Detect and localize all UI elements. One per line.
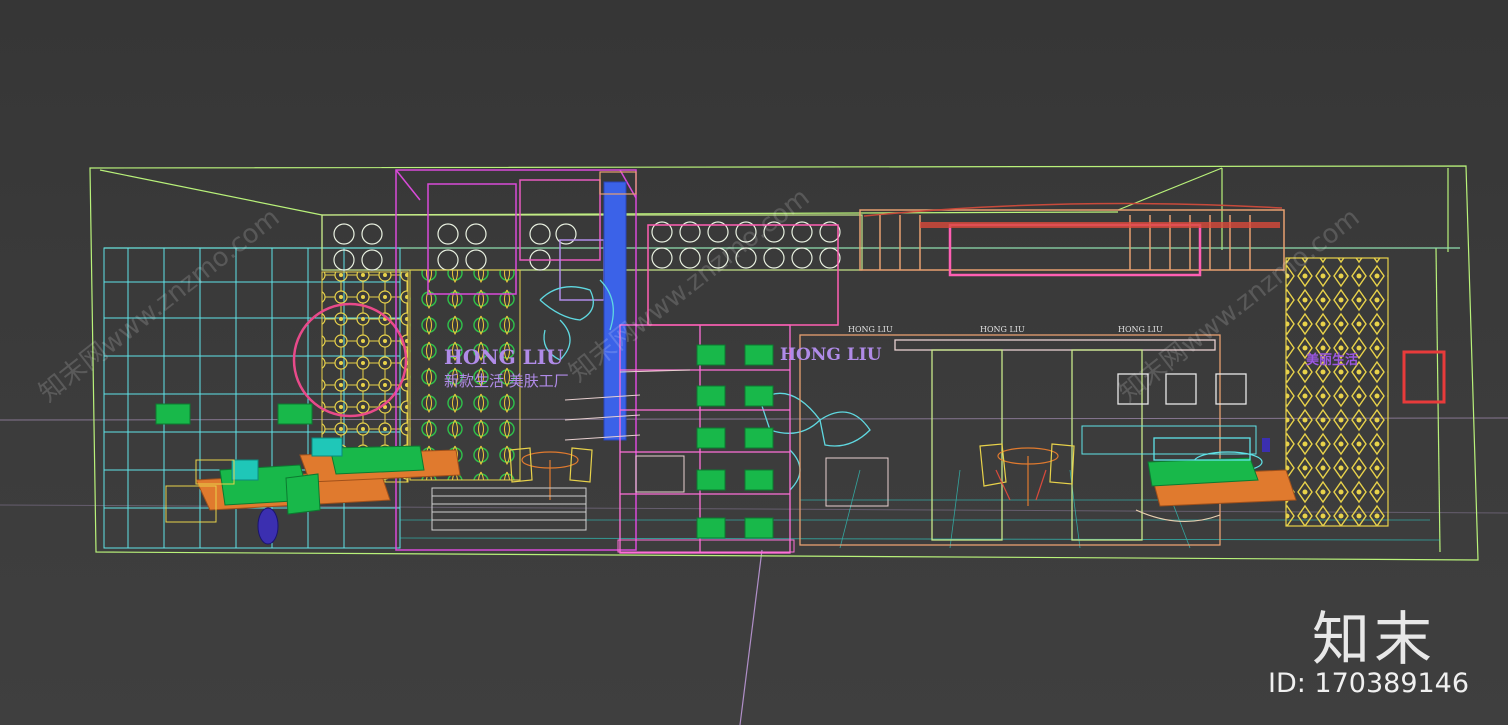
sign-right-cn: 美丽生活 <box>1306 352 1358 368</box>
asset-id-label: ID: 170389146 <box>1268 668 1470 699</box>
sign-left-cn: 新款生活 美肤工厂 <box>444 372 569 390</box>
blue-column <box>603 181 627 441</box>
shelf-label-2: HONG LIU <box>980 325 1025 334</box>
circle-panel-band <box>321 214 863 271</box>
shelf-label-4: HONG LIU <box>780 345 882 365</box>
3d-viewport[interactable]: HONG LIU 新款生活 美肤工厂 美丽生活 HONG LIU HONG LI… <box>0 0 1508 725</box>
right-lounge <box>1081 425 1297 522</box>
wall-shelves <box>564 369 691 441</box>
axis-line-x <box>0 417 1508 421</box>
wireframe-scene[interactable]: HONG LIU 新款生活 美肤工厂 美丽生活 HONG LIU HONG LI… <box>0 0 1508 725</box>
ceiling-beam <box>920 222 1280 228</box>
shelf-label-1: HONG LIU <box>848 325 893 334</box>
decor-panel-right <box>1285 257 1389 527</box>
cafe-sets <box>509 443 1263 506</box>
znzmo-logo: 知末 <box>1312 605 1437 673</box>
shelf-label-3: HONG LIU <box>1118 325 1163 334</box>
right-wall-frames <box>799 334 1247 546</box>
vine-leaves <box>539 279 871 491</box>
axis-line-y <box>739 549 763 725</box>
counter-plinth <box>617 539 795 553</box>
main-brand-sign: HONG LIU <box>444 345 564 369</box>
